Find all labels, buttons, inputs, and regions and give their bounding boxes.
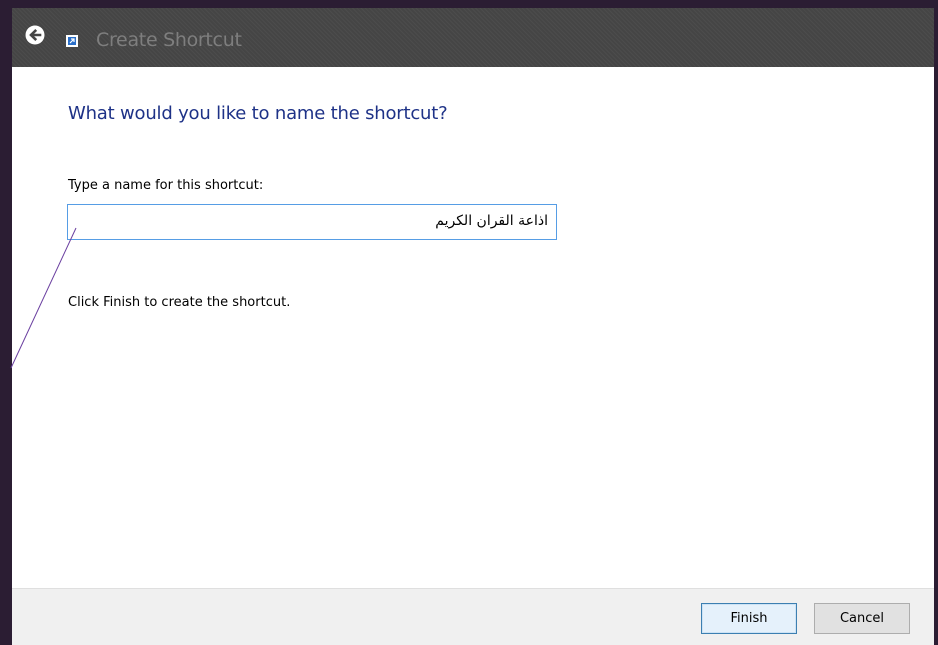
cancel-button[interactable]: Cancel [814,603,910,634]
finish-hint: Click Finish to create the shortcut. [68,295,291,310]
window-title: Create Shortcut [96,29,242,51]
wizard-content: What would you like to name the shortcut… [12,67,934,588]
title-bar: Create Shortcut [12,8,934,67]
finish-button[interactable]: Finish [701,603,797,634]
back-arrow-icon[interactable] [25,25,45,45]
page-heading: What would you like to name the shortcut… [68,103,448,124]
shortcut-name-label: Type a name for this shortcut: [68,178,264,193]
shortcut-icon [66,35,78,47]
shortcut-name-input[interactable] [67,204,557,240]
button-bar: Finish Cancel [12,588,934,645]
